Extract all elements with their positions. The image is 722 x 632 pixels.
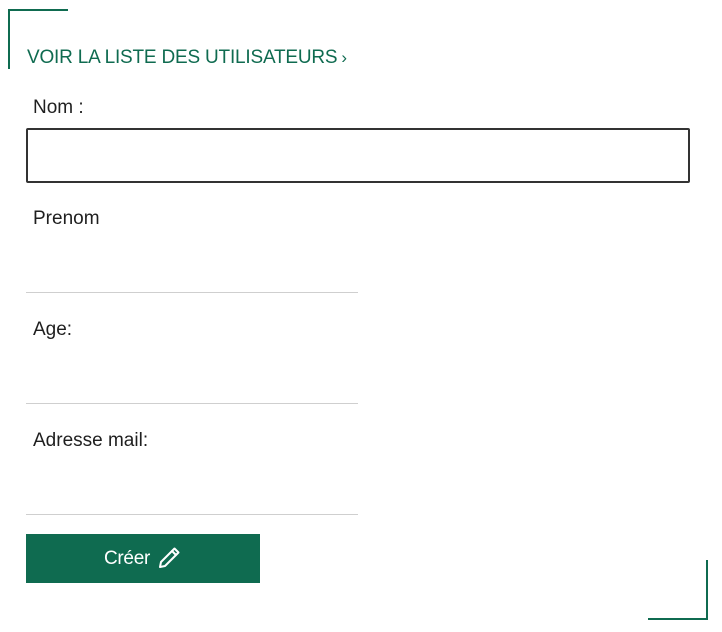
email-input[interactable] — [26, 471, 358, 515]
pencil-icon — [156, 545, 182, 571]
age-input[interactable] — [26, 360, 358, 404]
corner-bracket-bottom-right — [648, 560, 708, 620]
view-users-list-label: VOIR LA LISTE DES UTILISATEURS — [27, 47, 338, 68]
create-button[interactable]: Créer — [26, 534, 260, 583]
nom-label: Nom : — [33, 97, 84, 118]
create-button-label: Créer — [103, 547, 150, 569]
prenom-label: Prenom — [33, 208, 100, 229]
email-label: Adresse mail: — [33, 430, 149, 451]
nom-input[interactable] — [26, 128, 690, 183]
prenom-input[interactable] — [26, 249, 358, 293]
view-users-list-link[interactable]: VOIR LA LISTE DES UTILISATEURS › — [27, 47, 347, 69]
chevron-right-icon: › — [341, 48, 347, 67]
age-label: Age: — [33, 319, 73, 340]
